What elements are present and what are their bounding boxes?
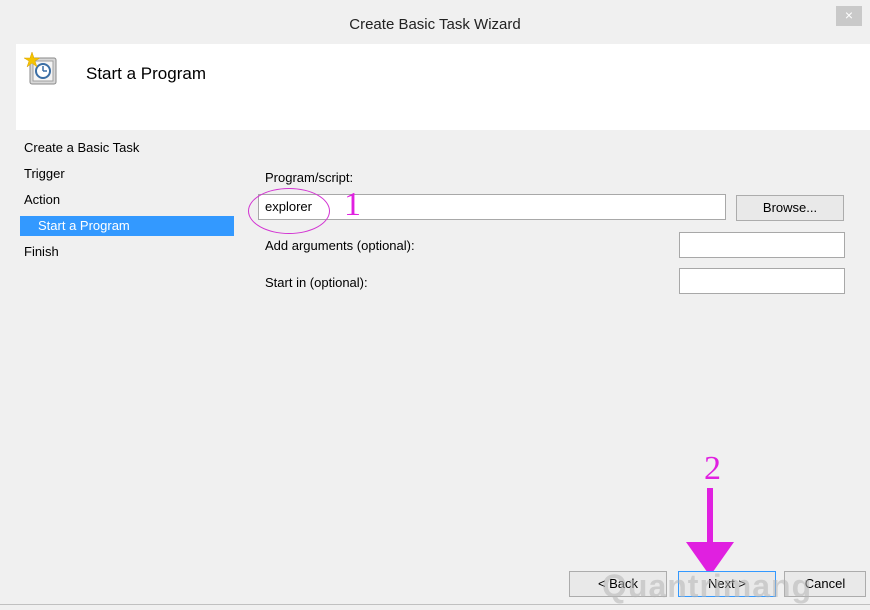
watermark: Quantrimang [602,568,813,604]
footer-divider [0,604,870,605]
task-clock-icon [23,51,60,89]
annotation-number-two: 2 [704,450,721,487]
start-in-input[interactable] [679,268,845,294]
close-button[interactable]: × [836,6,862,26]
window-title: Create Basic Task Wizard [349,16,521,33]
nav-step-trigger: Trigger [24,166,65,181]
add-arguments-label: Add arguments (optional): [265,238,415,253]
annotation-down-arrow-icon [686,488,734,576]
title-bar: Create Basic Task Wizard × [0,0,870,44]
annotation-highlight-oval [248,188,330,234]
wizard-steps-nav: Create a Basic Task Trigger Action Start… [20,136,234,266]
start-in-label: Start in (optional): [265,275,368,290]
browse-button[interactable]: Browse... [736,195,844,221]
nav-step-start-program: Start a Program [20,216,234,236]
page-title: Start a Program [86,64,206,83]
nav-step-action: Action [24,192,61,207]
nav-step-finish: Finish [24,244,59,259]
program-script-label: Program/script: [265,170,354,185]
wizard-header: Start a Program [16,44,870,130]
annotation-number-one: 1 [344,186,361,223]
add-arguments-input[interactable] [679,232,845,258]
nav-step-create-basic-task: Create a Basic Task [24,140,140,155]
